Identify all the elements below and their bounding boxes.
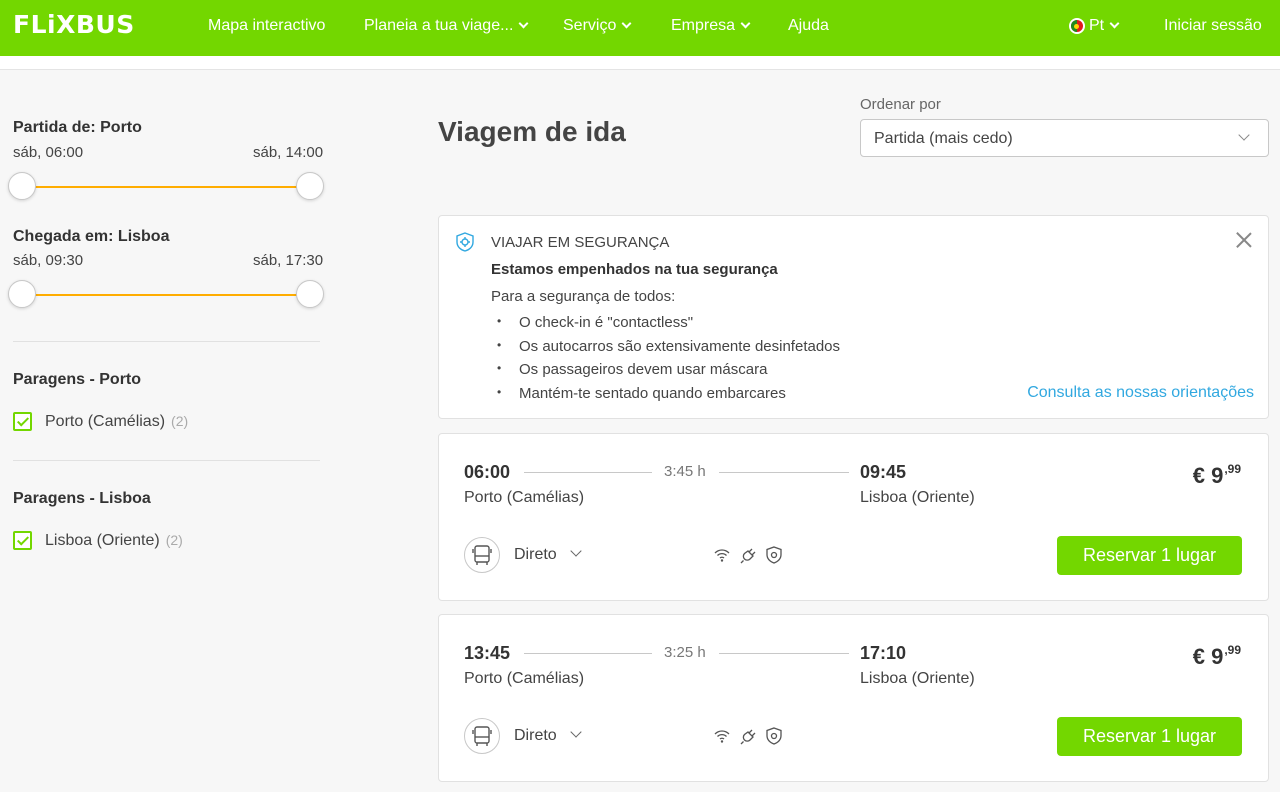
nav-service[interactable]: Serviço — [563, 17, 632, 35]
trip-price: € 9,99 — [1192, 643, 1241, 669]
safety-bullet: Os passageiros devem usar máscara — [497, 361, 767, 378]
page-title: Viagem de ida — [438, 116, 626, 147]
guidelines-link[interactable]: Consulta as nossas orientações — [1027, 384, 1254, 402]
wifi-icon — [714, 549, 730, 562]
safety-shield-icon — [766, 546, 782, 564]
header-divider — [0, 56, 1280, 70]
nav-interactive-map[interactable]: Mapa interactivo — [208, 17, 325, 35]
safety-bullet: O check-in é "contactless" — [497, 314, 693, 331]
safety-subtitle: Estamos empenhados na tua segurança — [491, 261, 778, 278]
departure-slider-track[interactable] — [22, 186, 310, 188]
arrival-time: 17:10 — [860, 643, 907, 663]
arrival-station: Lisboa (Oriente) — [860, 670, 975, 687]
sort-select[interactable]: Partida (mais cedo) — [860, 119, 1269, 157]
power-plug-icon — [740, 729, 756, 745]
login-link[interactable]: Iniciar sessão — [1164, 17, 1262, 35]
trip-price: € 9,99 — [1192, 462, 1241, 488]
filter-divider — [13, 341, 320, 342]
arrival-station: Lisboa (Oriente) — [860, 489, 975, 506]
trip-result-card: 13:45 Porto (Camélias) 3:25 h 17:10 Lisb… — [438, 614, 1269, 782]
trip-duration: 3:45 h — [664, 463, 706, 480]
portugal-flag-icon — [1069, 18, 1085, 34]
trip-type-label[interactable]: Direto — [514, 546, 557, 564]
nav-company[interactable]: Empresa — [671, 17, 751, 35]
safety-intro: Para a segurança de todos: — [491, 288, 676, 305]
safety-bullet: Mantém-te sentado quando embarcares — [497, 385, 786, 402]
stops-porto-title: Paragens - Porto — [13, 371, 142, 388]
sort-selected-value: Partida (mais cedo) — [874, 130, 1013, 147]
departure-station: Porto (Camélias) — [464, 489, 585, 506]
language-selector[interactable]: Pt — [1069, 17, 1120, 35]
departure-slider-min-handle[interactable] — [8, 172, 36, 200]
power-plug-icon — [740, 548, 756, 564]
filter-divider — [13, 460, 320, 461]
sort-label: Ordenar por — [860, 96, 941, 113]
arrival-slider-max-handle[interactable] — [296, 280, 324, 308]
trip-result-card: 06:00 Porto (Camélias) 3:45 h 09:45 Lisb… — [438, 433, 1269, 601]
close-icon[interactable] — [1234, 230, 1254, 250]
chevron-down-icon[interactable] — [570, 726, 582, 738]
nav-plan-trip[interactable]: Planeia a tua viage... — [364, 17, 529, 35]
arrival-slider-min-handle[interactable] — [8, 280, 36, 308]
chevron-down-icon — [1109, 18, 1120, 29]
departure-station: Porto (Camélias) — [464, 670, 585, 687]
route-line — [719, 472, 849, 473]
safety-title: VIAJAR EM SEGURANÇA — [491, 234, 670, 251]
flixbus-logo[interactable]: FLiXBUS — [13, 10, 135, 39]
arrival-min-time: sáb, 09:30 — [13, 252, 84, 269]
safety-notice-card: VIAJAR EM SEGURANÇA Estamos empenhados n… — [438, 215, 1269, 419]
trip-duration: 3:25 h — [664, 644, 706, 661]
departure-min-time: sáb, 06:00 — [13, 144, 84, 161]
safety-shield-icon — [766, 727, 782, 745]
route-line — [524, 653, 652, 654]
top-nav-bar: FLiXBUS Mapa interactivo Planeia a tua v… — [0, 0, 1280, 56]
chevron-down-icon — [621, 18, 632, 29]
chevron-down-icon — [740, 18, 751, 29]
departure-slider-max-handle[interactable] — [296, 172, 324, 200]
route-line — [719, 653, 849, 654]
lisboa-oriente-checkbox[interactable] — [13, 531, 32, 550]
arrival-filter-title: Chegada em: Lisboa — [13, 228, 170, 245]
book-seat-button[interactable]: Reservar 1 lugar — [1057, 717, 1242, 756]
arrival-time: 09:45 — [860, 462, 907, 482]
lisboa-oriente-label[interactable]: Lisboa (Oriente) (2) — [45, 532, 183, 550]
bus-icon — [464, 718, 500, 754]
chevron-down-icon — [518, 18, 529, 29]
departure-time: 13:45 — [464, 643, 511, 663]
porto-camelias-checkbox[interactable] — [13, 412, 32, 431]
trip-type-label[interactable]: Direto — [514, 727, 557, 745]
safety-bullet: Os autocarros são extensivamente desinfe… — [497, 338, 840, 355]
nav-help[interactable]: Ajuda — [788, 17, 829, 35]
stops-lisboa-title: Paragens - Lisboa — [13, 490, 151, 507]
departure-time: 06:00 — [464, 462, 511, 482]
route-line — [524, 472, 652, 473]
chevron-down-icon[interactable] — [570, 545, 582, 557]
chevron-down-icon — [1238, 129, 1250, 141]
porto-camelias-label[interactable]: Porto (Camélias) (2) — [45, 413, 188, 431]
departure-max-time: sáb, 14:00 — [253, 144, 324, 161]
book-seat-button[interactable]: Reservar 1 lugar — [1057, 536, 1242, 575]
wifi-icon — [714, 730, 730, 743]
stop-count: (2) — [165, 532, 183, 548]
departure-filter-title: Partida de: Porto — [13, 119, 142, 136]
arrival-max-time: sáb, 17:30 — [253, 252, 324, 269]
safety-shield-icon — [456, 232, 474, 252]
stop-count: (2) — [171, 413, 189, 429]
bus-icon — [464, 537, 500, 573]
arrival-slider-track[interactable] — [22, 294, 310, 296]
